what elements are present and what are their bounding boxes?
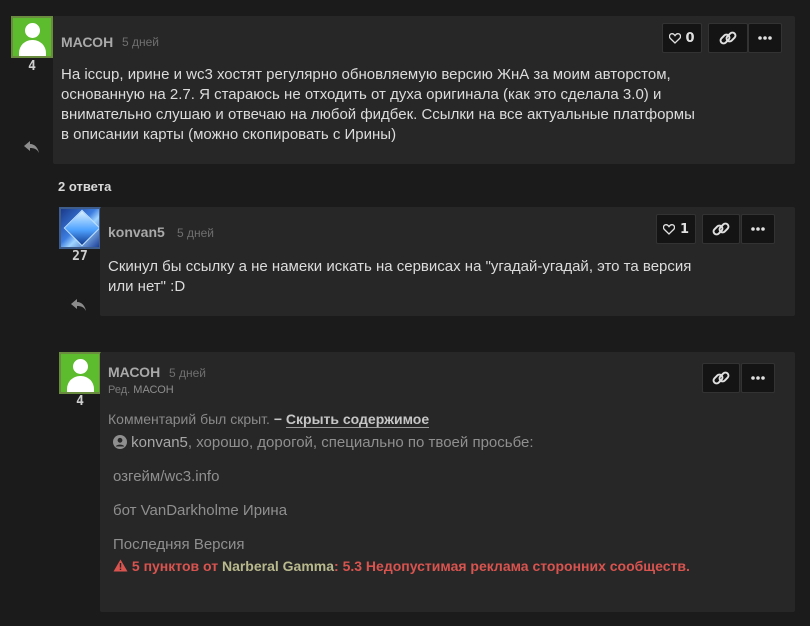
like-button[interactable]: 0 xyxy=(662,23,702,53)
hidden-note-text: Комментарий был скрыт. xyxy=(108,411,270,427)
reply-time[interactable]: 5 дней xyxy=(177,226,214,240)
avatar-konvan5[interactable] xyxy=(59,207,101,249)
ellipsis-icon xyxy=(751,227,765,231)
post-body: На iccup, ирине и wc3 хостят регулярно о… xyxy=(61,65,791,145)
post-card: МАСОН 5 дней 0 На iccup, ирине и wc3 хос… xyxy=(53,16,795,164)
warning-points: 5 пунктов от xyxy=(131,558,219,574)
share-link-button[interactable] xyxy=(708,23,748,53)
ellipsis-icon xyxy=(751,376,765,380)
edited-prefix: Ред. xyxy=(108,384,131,396)
reply-body-line: Скинул бы ссылку а не намеки искать на с… xyxy=(108,258,692,275)
share-link-button[interactable] xyxy=(702,363,740,393)
mention-line: konvan5, хорошо, дорогой, специально по … xyxy=(113,434,534,453)
warning-reason: : 5.3 Недопустимая реклама сторонних соо… xyxy=(334,558,690,574)
reply-arrow-icon[interactable] xyxy=(22,137,42,161)
toggle-label: Скрыть содержимое xyxy=(285,411,430,428)
avatar-macon[interactable] xyxy=(59,352,101,394)
avatar-body xyxy=(67,376,94,392)
moderation-warning: 5 пунктов от Narberal Gamma: 5.3 Недопус… xyxy=(113,558,690,575)
avatar-body xyxy=(19,40,46,56)
reply-body-line: или нет" :D xyxy=(108,278,186,295)
more-options-button[interactable] xyxy=(741,363,775,393)
ellipsis-icon xyxy=(758,36,772,40)
reply-time[interactable]: 5 дней xyxy=(169,366,206,380)
link-icon xyxy=(712,222,730,236)
user-level: 4 xyxy=(76,394,84,409)
edited-author[interactable]: МАСОН xyxy=(133,384,173,396)
warning-moderator[interactable]: Narberal Gamma xyxy=(222,558,334,574)
user-level: 27 xyxy=(72,249,88,264)
avatar-macon[interactable] xyxy=(11,16,53,58)
toggle-dash: − xyxy=(273,411,283,427)
like-count: 0 xyxy=(685,30,695,46)
link-icon xyxy=(712,371,730,385)
post-body-line: в описании карты (можно скопировать с Ир… xyxy=(61,126,397,143)
replies-count[interactable]: 2 ответа xyxy=(58,179,111,194)
user-icon xyxy=(113,435,127,453)
mention-rest: , хорошо, дорогой, специально по твоей п… xyxy=(187,434,534,451)
site-line: озгейм/wc3.info xyxy=(113,468,220,485)
like-count: 1 xyxy=(679,221,690,237)
like-button[interactable]: 1 xyxy=(656,214,696,244)
reply-arrow-icon[interactable] xyxy=(69,295,89,319)
bot-line: бот VanDarkholme Ирина xyxy=(113,502,288,519)
post-time[interactable]: 5 дней xyxy=(122,35,159,49)
reply-body: Скинул бы ссылку а не намеки искать на с… xyxy=(108,257,788,297)
link-icon xyxy=(719,31,737,45)
user-level: 4 xyxy=(28,59,36,74)
reply-author[interactable]: МАСОН xyxy=(108,364,160,380)
post-author[interactable]: МАСОН xyxy=(61,34,113,50)
hidden-comment-note: Комментарий был скрыт. − Скрыть содержим… xyxy=(108,411,430,428)
reply-card: konvan5 5 дней 1 Скинул бы ссылку а не н… xyxy=(100,207,795,316)
avatar-head xyxy=(73,359,88,374)
warning-triangle-icon xyxy=(113,559,128,575)
post-body-line: основанную на 2.7. Я стараюсь не отходит… xyxy=(61,86,662,103)
reply-author[interactable]: konvan5 xyxy=(108,224,165,240)
more-options-button[interactable] xyxy=(748,23,782,53)
version-line: Последняя Версия xyxy=(113,536,245,553)
heart-icon xyxy=(669,32,682,44)
hide-content-toggle[interactable]: − Скрыть содержимое xyxy=(273,411,430,428)
share-link-button[interactable] xyxy=(702,214,740,244)
mention-user[interactable]: konvan5 xyxy=(131,434,188,451)
avatar-gem-image xyxy=(63,209,99,247)
avatar-head xyxy=(25,23,40,38)
more-options-button[interactable] xyxy=(741,214,775,244)
post-body-line: внимательно слушаю и отвечаю на любой фи… xyxy=(61,106,695,123)
post-body-line: На iccup, ирине и wc3 хостят регулярно о… xyxy=(61,66,671,83)
edited-by: Ред. МАСОН xyxy=(108,384,174,396)
heart-icon xyxy=(662,223,675,235)
